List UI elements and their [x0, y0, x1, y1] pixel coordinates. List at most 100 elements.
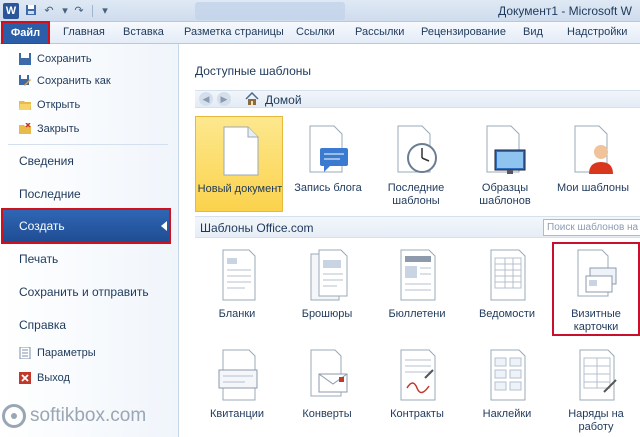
exit-icon — [19, 372, 31, 384]
tab-home[interactable]: Главная — [63, 26, 105, 38]
office-template-contracts[interactable]: Контракты — [375, 344, 459, 434]
office-template-brochures[interactable]: Брошюры — [285, 244, 369, 334]
ribbon-tabs: Файл Главная Вставка Разметка страницы С… — [0, 21, 640, 45]
office-template-work-orders[interactable]: Наряды на работу — [554, 344, 638, 434]
template-samples[interactable]: Образцы шаблонов — [461, 116, 549, 212]
contracts-icon — [400, 349, 436, 401]
menu-label: Закрыть — [37, 123, 80, 135]
divider — [8, 144, 168, 145]
folder-close-icon — [19, 123, 31, 134]
template-my-templates[interactable]: Мои шаблоны — [549, 116, 637, 212]
tile-label: Визитные карточки — [571, 308, 621, 333]
recent-templates-icon — [397, 125, 437, 173]
customize-icon[interactable]: ▾ — [98, 4, 112, 18]
my-templates-icon — [574, 125, 613, 174]
tile-label: Мои шаблоны — [557, 182, 629, 194]
menu-recent[interactable]: Последние — [19, 187, 81, 201]
watermark-text: softikbox.com — [30, 405, 147, 427]
tile-label: Наклейки — [482, 408, 532, 420]
watermark-logo-icon — [2, 404, 26, 428]
office-template-forms[interactable]: Бланки — [195, 244, 279, 334]
save-as-icon — [19, 75, 31, 86]
tile-label: Ведомости — [478, 308, 536, 320]
menu-save-send[interactable]: Сохранить и отправить — [19, 285, 149, 299]
tile-label: Запись блога — [294, 182, 362, 194]
watermark: softikbox.com — [2, 404, 146, 434]
office-template-statements[interactable]: Ведомости — [465, 244, 549, 334]
selected-arrow-icon — [161, 221, 167, 231]
forward-icon[interactable]: ▶ — [217, 92, 231, 106]
redo-icon[interactable]: ↷ — [72, 4, 86, 18]
template-blank-document[interactable]: Новый документ — [195, 116, 283, 212]
section-title: Доступные шаблоны — [195, 64, 312, 78]
tab-page-layout[interactable]: Разметка страницы — [184, 26, 284, 38]
tile-label: Последние шаблоны — [387, 182, 445, 207]
tile-label: Контракты — [390, 408, 444, 420]
template-search-input[interactable]: Поиск шаблонов на са — [543, 219, 640, 236]
office-template-newsletters[interactable]: Бюллетени — [375, 244, 459, 334]
menu-print[interactable]: Печать — [19, 252, 58, 266]
tile-label: Квитанции — [209, 408, 265, 420]
office-templates-bar: Шаблоны Office.com Поиск шаблонов на са — [195, 216, 640, 238]
newsletters-icon — [400, 249, 436, 301]
folder-open-icon — [19, 101, 31, 110]
template-recent[interactable]: Последние шаблоны — [372, 116, 460, 212]
receipts-icon — [218, 349, 258, 401]
menu-help[interactable]: Справка — [19, 318, 66, 332]
menu-label: Создать — [19, 219, 65, 233]
tab-file[interactable]: Файл — [1, 21, 50, 45]
undo-icon[interactable]: ↶ — [42, 4, 56, 18]
word-logo-icon[interactable]: W — [3, 3, 19, 19]
window-title: Документ1 - Microsoft W — [498, 4, 632, 18]
envelopes-icon — [310, 349, 348, 397]
blog-post-icon — [309, 125, 348, 173]
word-window: { "titlebar": { "app_icon": "W", "title"… — [0, 0, 640, 437]
menu-label: Открыть — [37, 99, 81, 111]
menu-label: Выход — [37, 372, 70, 384]
menu-info[interactable]: Сведения — [19, 154, 74, 168]
templates-pane: Доступные шаблоны ◀ ▶ Домой Новый докуме… — [180, 44, 640, 437]
brochures-icon — [310, 249, 348, 301]
blurred-tab — [195, 2, 345, 20]
work-orders-icon — [579, 349, 617, 401]
tab-mailings[interactable]: Рассылки — [355, 26, 404, 38]
tile-label: Конверты — [302, 408, 352, 420]
options-icon — [19, 347, 31, 359]
back-icon[interactable]: ◀ — [199, 92, 213, 106]
menu-new[interactable]: Создать — [1, 208, 171, 244]
tab-references[interactable]: Ссылки — [296, 26, 335, 38]
tile-label: Бюллетени — [388, 308, 446, 320]
tab-insert[interactable]: Вставка — [123, 26, 164, 38]
statements-icon — [490, 249, 526, 301]
template-navbar: ◀ ▶ Домой — [195, 90, 640, 108]
backstage-menu: Сохранить Сохранить как Открыть Закрыть … — [0, 44, 179, 437]
office-section-title: Шаблоны Office.com — [200, 221, 314, 235]
home-icon[interactable] — [245, 92, 259, 106]
menu-label: Параметры — [37, 347, 96, 359]
tab-addins[interactable]: Надстройки — [567, 26, 627, 38]
title-bar: W ↶ ▾ ↷ ▾ Документ1 - Microsoft W — [0, 0, 640, 22]
forms-icon — [222, 249, 256, 301]
office-template-labels[interactable]: Наклейки — [465, 344, 549, 434]
tile-label: Брошюры — [301, 308, 353, 320]
tab-review[interactable]: Рецензирование — [421, 26, 506, 38]
sample-templates-icon — [486, 125, 526, 174]
template-blog-post[interactable]: Запись блога — [284, 116, 372, 212]
tile-label: Бланки — [218, 308, 256, 320]
menu-label: Сохранить — [37, 53, 92, 65]
tile-label: Новый документ — [197, 183, 283, 195]
menu-label: Сохранить как — [37, 75, 111, 87]
office-template-business-cards[interactable]: Визитные карточки — [552, 242, 640, 336]
labels-icon — [490, 349, 526, 401]
office-template-receipts[interactable]: Квитанции — [195, 344, 279, 434]
home-link[interactable]: Домой — [265, 93, 302, 107]
separator — [92, 5, 93, 17]
office-template-envelopes[interactable]: Конверты — [285, 344, 369, 434]
tile-label: Образцы шаблонов — [479, 182, 531, 207]
dropdown-icon[interactable]: ▾ — [58, 4, 72, 18]
tile-label: Наряды на работу — [568, 408, 624, 433]
tab-view[interactable]: Вид — [523, 26, 543, 38]
blank-document-icon — [223, 126, 259, 176]
save-icon — [19, 53, 31, 65]
save-icon[interactable] — [24, 4, 38, 18]
